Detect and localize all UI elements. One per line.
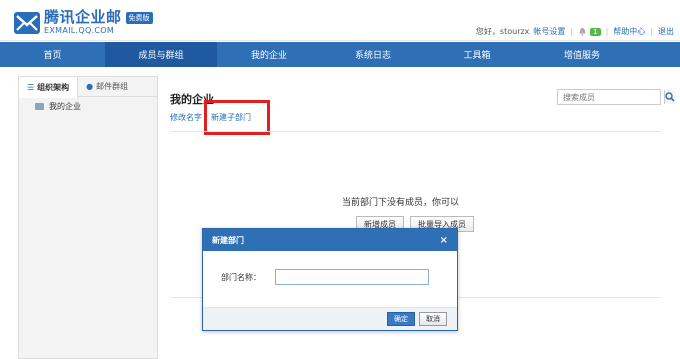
member-search <box>557 89 675 105</box>
dialog-title: 新建部门 <box>212 235 244 245</box>
nav-home[interactable]: 首页 <box>0 42 105 67</box>
edition-badge: 免费版 <box>125 11 153 24</box>
main-nav: 首页 成员与群组 我的企业 系统日志 工具箱 增值服务 <box>0 42 680 67</box>
account-settings-link[interactable]: 帐号设置 <box>533 26 565 37</box>
divider: | <box>650 27 653 36</box>
notification-count-badge[interactable]: 1 <box>590 27 601 36</box>
tab-org-structure[interactable]: ☰ 组织架构 <box>19 77 79 98</box>
bell-icon[interactable] <box>578 27 587 36</box>
tab-mail-groups[interactable]: ● 邮件群组 <box>78 77 136 96</box>
divider <box>170 131 661 132</box>
logout-link[interactable]: 退出 <box>658 26 674 37</box>
tab-label: 组织架构 <box>37 83 70 92</box>
close-icon[interactable]: × <box>440 235 448 246</box>
search-input[interactable] <box>558 90 664 104</box>
department-name-input[interactable] <box>275 269 429 285</box>
tree-item-label: 我的企业 <box>49 102 81 111</box>
nav-members-groups[interactable]: 成员与群组 <box>105 42 217 67</box>
divider: | <box>605 27 609 36</box>
brand-subtitle: EXMAIL.QQ.COM <box>44 26 115 35</box>
user-bar: 您好，stourzx 帐号设置 | 1 | 帮助中心 | 退出 <box>476 26 674 37</box>
nav-system-log[interactable]: 系统日志 <box>321 42 425 67</box>
nav-my-company[interactable]: 我的企业 <box>217 42 321 67</box>
department-name-label: 部门名称： <box>221 273 261 282</box>
new-department-dialog: 新建部门 × 部门名称： 确定 取消 <box>202 228 458 331</box>
dialog-body: 部门名称： <box>203 251 457 307</box>
mail-logo-icon <box>14 11 40 34</box>
group-icon: ● <box>86 82 94 91</box>
nav-toolbox[interactable]: 工具箱 <box>425 42 529 67</box>
tab-label: 邮件群组 <box>96 82 129 91</box>
divider: | <box>570 27 574 36</box>
cancel-button[interactable]: 取消 <box>419 312 447 326</box>
dialog-header: 新建部门 × <box>203 229 457 251</box>
logo[interactable]: 腾讯企业邮 EXMAIL.QQ.COM 免费版 <box>14 10 153 35</box>
list-icon: ☰ <box>27 83 35 92</box>
dialog-footer: 确定 取消 <box>203 307 457 330</box>
greeting: 您好，stourzx <box>475 27 530 36</box>
rename-link[interactable]: 修改名字 <box>170 112 202 123</box>
help-link[interactable]: 帮助中心 <box>613 26 645 37</box>
sidebar-tabs: ☰ 组织架构 ● 邮件群组 <box>19 77 157 98</box>
top-header: 腾讯企业邮 EXMAIL.QQ.COM 免费版 您好，stourzx 帐号设置 … <box>0 0 680 41</box>
nav-value-added[interactable]: 增值服务 <box>529 42 635 67</box>
folder-icon <box>35 103 44 110</box>
confirm-button[interactable]: 确定 <box>387 312 415 326</box>
empty-message: 当前部门下没有成员，你可以 <box>342 198 460 208</box>
search-icon <box>665 92 675 102</box>
brand-title: 腾讯企业邮 <box>44 8 122 26</box>
search-button[interactable] <box>664 90 675 104</box>
sidebar: ☰ 组织架构 ● 邮件群组 我的企业 <box>18 76 158 359</box>
tree-item-my-company[interactable]: 我的企业 <box>19 101 157 112</box>
highlight-box <box>204 100 270 135</box>
